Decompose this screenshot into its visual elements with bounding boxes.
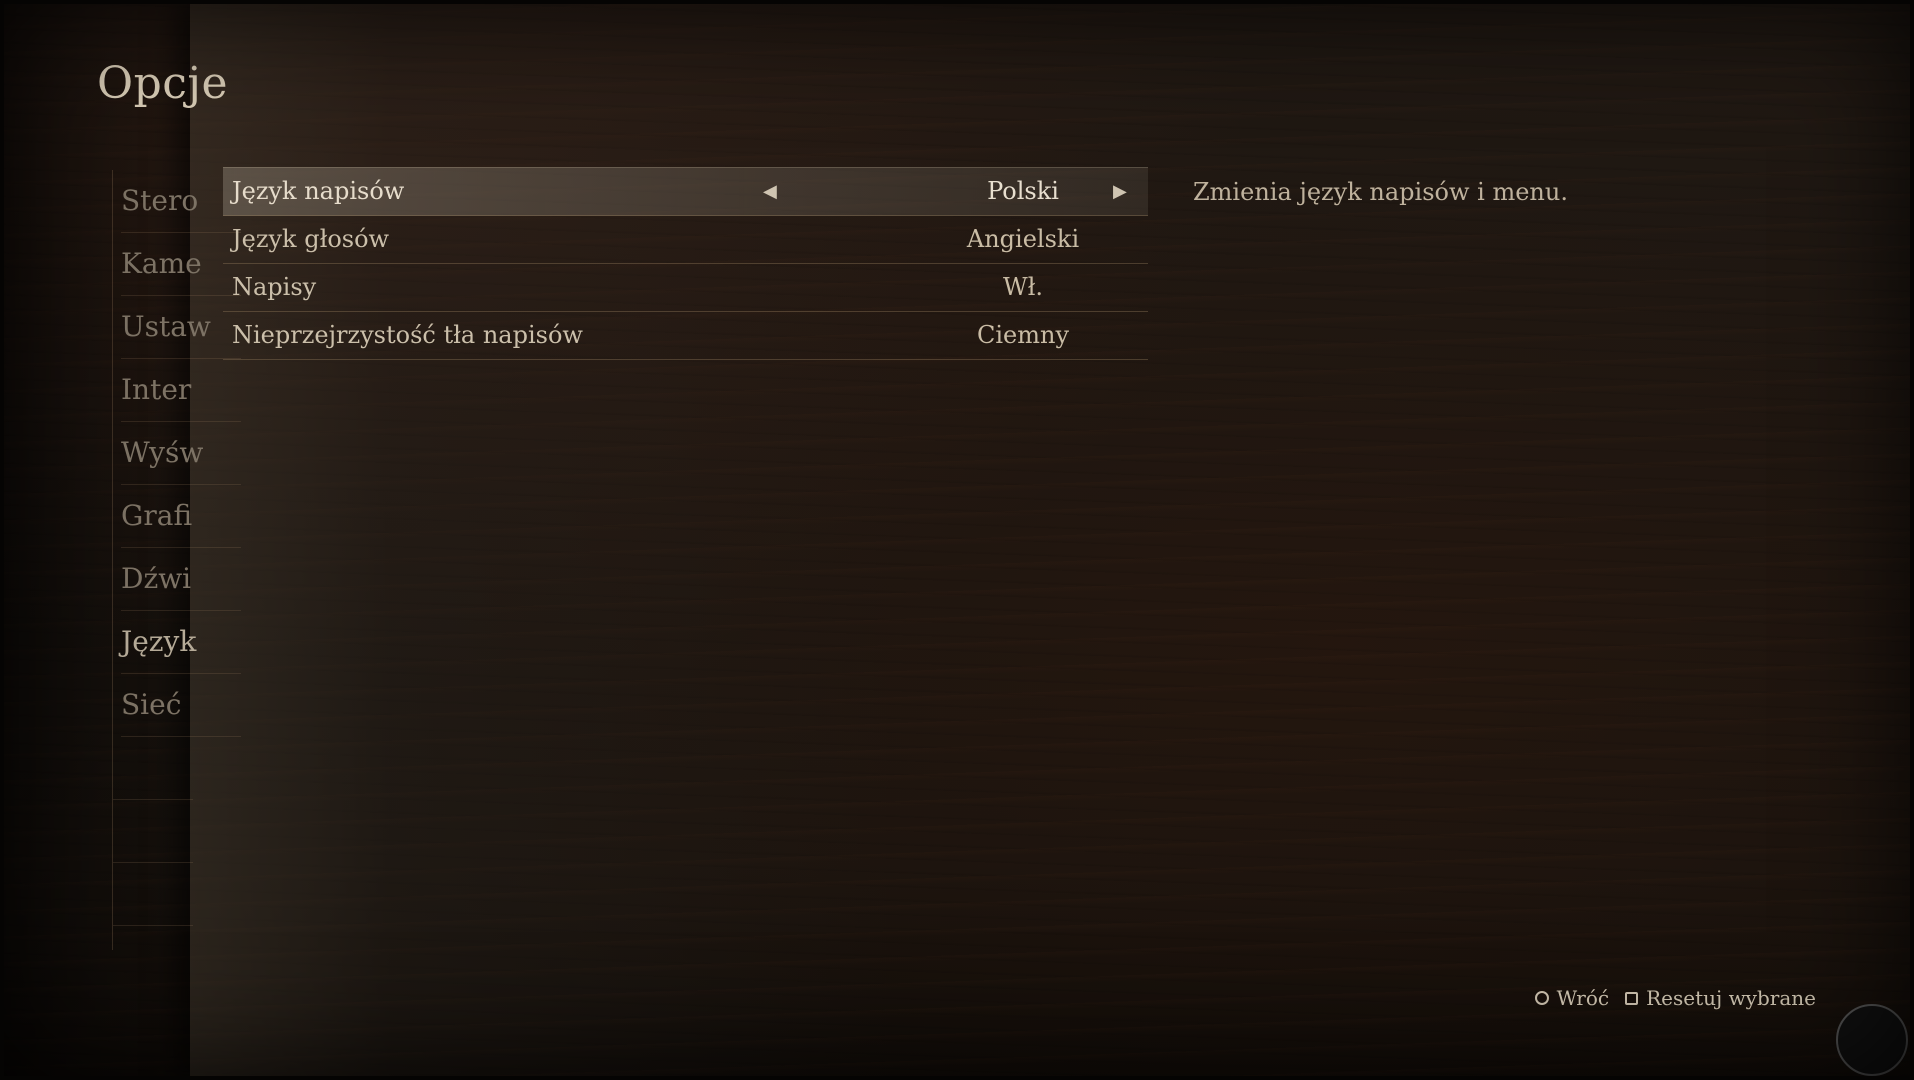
side-menu-divider <box>113 863 193 926</box>
square-button-icon <box>1625 991 1639 1005</box>
footer-prompts: Wróć Resetuj wybrane <box>1534 986 1816 1010</box>
option-value: Angielski <box>966 225 1080 253</box>
side-menu-item-network[interactable]: Sieć <box>121 674 241 737</box>
side-menu-item-language[interactable]: Język <box>121 611 241 674</box>
option-row-subtitles[interactable]: Napisy Wł. <box>223 264 1148 312</box>
triangle-left-icon[interactable]: ◀ <box>763 168 777 215</box>
options-screen: Opcje Stero Kame Ustaw Inter Wyśw Grafi … <box>0 0 1914 1080</box>
triangle-right-icon[interactable]: ▶ <box>1113 168 1127 215</box>
option-label: Napisy <box>232 273 317 301</box>
side-menu-item-display[interactable]: Wyśw <box>121 422 241 485</box>
option-value: Polski <box>987 177 1059 205</box>
side-menu-divider <box>113 800 193 863</box>
content-panel <box>190 0 1914 1080</box>
reset-selected-button[interactable]: Resetuj wybrane <box>1619 986 1816 1010</box>
side-menu-item-interface[interactable]: Inter <box>121 359 241 422</box>
back-label: Wróć <box>1556 986 1610 1010</box>
option-description: Zmienia język napisów i menu. <box>1193 178 1568 206</box>
side-menu: Stero Kame Ustaw Inter Wyśw Grafi Dźwi J… <box>112 170 241 950</box>
option-row-subtitle-language[interactable]: Język napisów ◀ Polski ▶ <box>223 167 1148 216</box>
back-button[interactable]: Wróć <box>1534 986 1610 1010</box>
side-menu-item-graphics[interactable]: Grafi <box>121 485 241 548</box>
side-menu-divider <box>113 737 193 800</box>
option-label: Język głosów <box>232 225 390 253</box>
option-row-voice-language[interactable]: Język głosów Angielski <box>223 216 1148 264</box>
option-label: Nieprzejrzystość tła napisów <box>232 321 583 349</box>
option-value: Wł. <box>1002 273 1044 301</box>
options-list: Język napisów ◀ Polski ▶ Język głosów An… <box>223 167 1148 360</box>
watermark-logo <box>1836 1004 1908 1076</box>
page-title: Opcje <box>97 58 229 109</box>
option-value: Ciemny <box>976 321 1069 349</box>
side-menu-item-sound[interactable]: Dźwi <box>121 548 241 611</box>
circle-button-icon <box>1534 991 1549 1005</box>
option-row-subtitle-background-opacity[interactable]: Nieprzejrzystość tła napisów Ciemny <box>223 312 1148 360</box>
reset-label: Resetuj wybrane <box>1646 986 1816 1010</box>
option-label: Język napisów <box>232 177 405 205</box>
